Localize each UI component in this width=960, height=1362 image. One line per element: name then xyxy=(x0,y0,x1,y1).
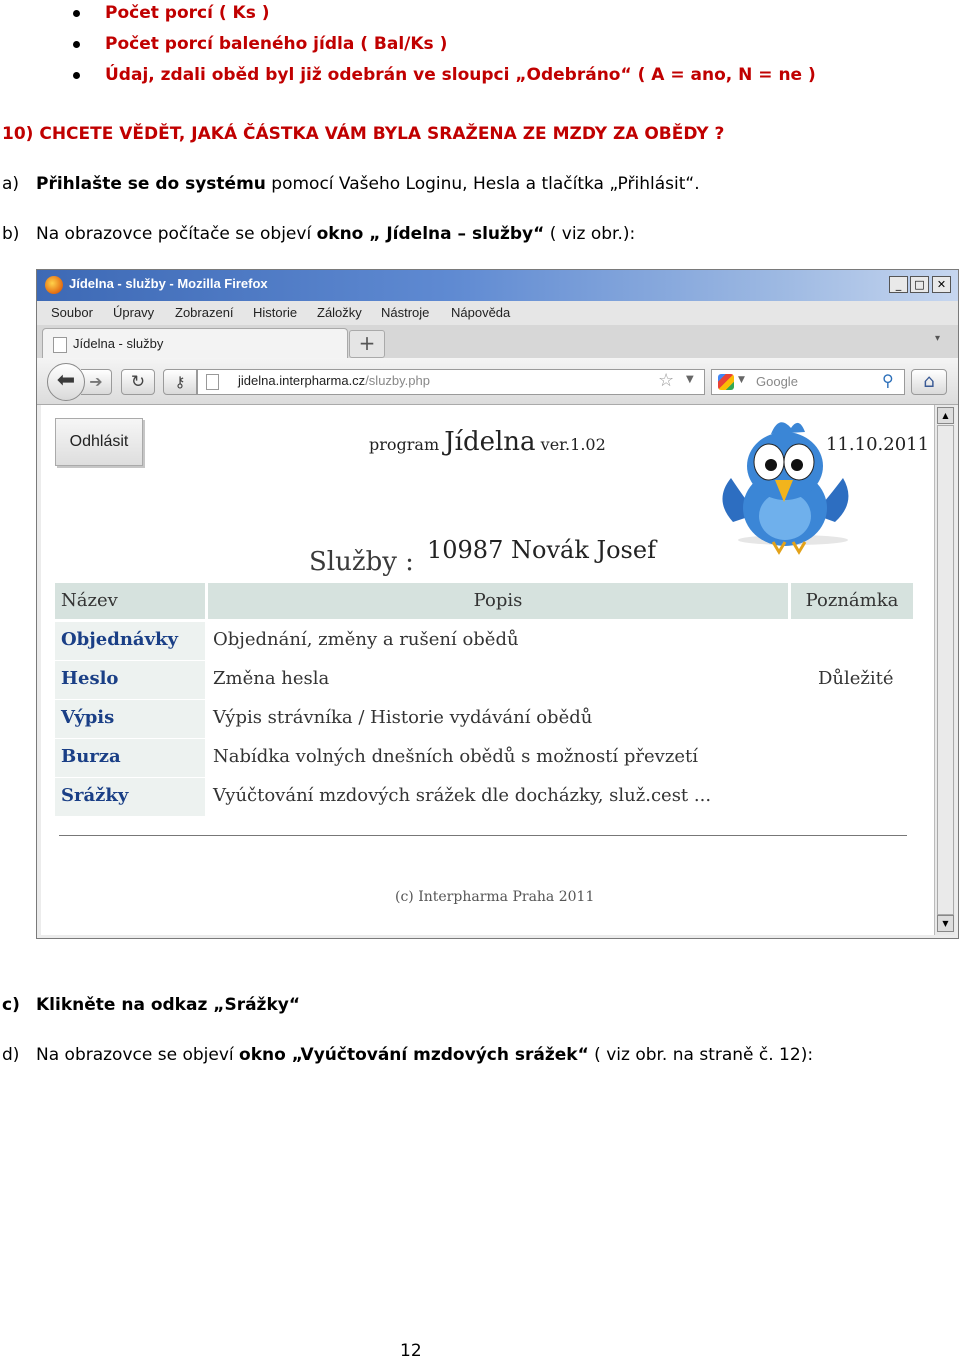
window-title: Jídelna - služby - Mozilla Firefox xyxy=(69,276,268,291)
google-icon[interactable] xyxy=(718,374,734,390)
paragraph-text: Na obrazovce se objeví xyxy=(36,1045,240,1065)
paragraph-label: a) xyxy=(2,174,20,194)
identity-key-icon[interactable]: ⚷ xyxy=(163,369,197,395)
paragraph-bold: Klikněte na odkaz „Srážky“ xyxy=(36,995,300,1015)
vertical-scrollbar[interactable]: ▲ ▼ xyxy=(934,405,955,935)
paragraph-d: d) Na obrazovce se objeví okno „Vyúčtován… xyxy=(2,1042,813,1068)
reload-button[interactable]: ↻ xyxy=(121,369,155,395)
paragraph-label: b) xyxy=(2,224,20,244)
link-vypis[interactable]: Výpis xyxy=(61,707,114,728)
bullet-dot xyxy=(73,10,80,17)
browser-window: Jídelna - služby - Mozilla Firefox _ □ ✕… xyxy=(36,269,959,939)
menu-soubor[interactable]: Soubor xyxy=(51,305,93,320)
table-row: Burza xyxy=(55,739,205,777)
program-title: program Jídelna ver.1.02 xyxy=(369,427,606,457)
paragraph-bold: Přihlašte se do systému xyxy=(36,174,266,194)
page-icon xyxy=(206,374,219,390)
row-note: Důležité xyxy=(818,668,894,689)
paragraph-bold: okno „Vyúčtování mzdových srážek“ xyxy=(239,1045,589,1065)
paragraph-a: a) Přihlašte se do systému pomocí Vašeho … xyxy=(2,171,700,197)
user-id: 10987 xyxy=(427,536,504,564)
paragraph-text: ( viz obr.): xyxy=(544,224,636,244)
services-label: Služby : xyxy=(309,547,414,577)
menu-nastroje[interactable]: Nástroje xyxy=(381,305,429,320)
scrollbar-thumb[interactable] xyxy=(937,425,954,915)
paragraph-text: ( viz obr. na straně č. 12): xyxy=(588,1045,814,1065)
link-heslo[interactable]: Heslo xyxy=(61,668,118,689)
tab-label: Jídelna - služby xyxy=(73,336,164,351)
divider xyxy=(59,835,907,836)
table-row: Heslo xyxy=(55,661,205,699)
search-placeholder: Google xyxy=(756,374,798,389)
menu-bar: Soubor Úpravy Zobrazení Historie Záložky… xyxy=(37,301,958,325)
row-description: Nabídka volných dnešních obědů s možnost… xyxy=(213,746,698,767)
table-row: Srážky xyxy=(55,778,205,816)
paragraph-text: pomocí Vašeho Loginu, Hesla a tlačítka „… xyxy=(265,174,700,194)
menu-zalozky[interactable]: Záložky xyxy=(317,305,362,320)
address-bar[interactable]: jidelna.interpharma.cz/sluzby.php ☆ ▼ xyxy=(197,369,705,395)
paragraph-bold: okno „ Jídelna – služby“ xyxy=(316,224,545,244)
program-name: Jídelna xyxy=(444,427,536,457)
bullet-text: Počet porcí baleného jídla ( Bal/Ks ) xyxy=(105,34,448,54)
column-header-name: Název xyxy=(55,583,205,619)
bullet-text: Počet porcí ( Ks ) xyxy=(105,3,270,23)
tab-jidelna[interactable]: Jídelna - služby xyxy=(42,328,348,359)
paragraph-label: d) xyxy=(2,1045,20,1065)
program-version: ver.1.02 xyxy=(540,435,606,454)
row-description: Objednání, změny a rušení obědů xyxy=(213,629,519,650)
paragraph-label: c) xyxy=(2,995,20,1015)
page-icon xyxy=(53,337,67,353)
back-button[interactable]: ⬅ xyxy=(47,363,85,401)
menu-historie[interactable]: Historie xyxy=(253,305,297,320)
link-objednavky[interactable]: Objednávky xyxy=(61,629,178,650)
chevron-down-icon[interactable]: ▼ xyxy=(738,375,745,385)
bookmark-star-icon[interactable]: ☆ xyxy=(658,370,674,391)
search-icon[interactable]: ⚲ xyxy=(882,371,894,390)
table-row: Výpis xyxy=(55,700,205,738)
menu-upravy[interactable]: Úpravy xyxy=(113,305,154,320)
scroll-up-arrow-icon[interactable]: ▲ xyxy=(937,407,954,424)
row-description: Výpis strávníka / Historie vydávání oběd… xyxy=(213,707,593,728)
firefox-logo-icon xyxy=(45,276,63,294)
menu-zobrazeni[interactable]: Zobrazení xyxy=(175,305,234,320)
paragraph-c: c) Klikněte na odkaz „Srážky“ xyxy=(2,992,300,1018)
home-button[interactable]: ⌂ xyxy=(911,369,947,395)
row-description: Změna hesla xyxy=(213,668,330,689)
close-button[interactable]: ✕ xyxy=(932,276,951,293)
minimize-button[interactable]: _ xyxy=(889,276,908,293)
forward-button[interactable]: ➔ xyxy=(81,369,112,395)
tab-bar: Jídelna - služby + ▾ xyxy=(37,325,958,359)
section-heading: 10) CHCETE VĚDĚT, JAKÁ ČÁSTKA VÁM BYLA S… xyxy=(2,124,725,144)
search-bar[interactable]: ▼ Google ⚲ xyxy=(711,369,905,395)
paragraph-text: Na obrazovce počítače se objeví xyxy=(36,224,317,244)
bullet-text: Údaj, zdali oběd byl již odebrán ve slou… xyxy=(105,65,816,85)
current-date: 11.10.2011 xyxy=(826,434,930,455)
url-text: jidelna.interpharma.cz/sluzby.php xyxy=(238,373,430,388)
user-name: Novák Josef xyxy=(511,536,656,564)
link-burza[interactable]: Burza xyxy=(61,746,121,767)
url-domain: jidelna.interpharma.cz xyxy=(238,373,366,388)
new-tab-button[interactable]: + xyxy=(349,330,385,358)
title-bar: Jídelna - služby - Mozilla Firefox _ □ ✕ xyxy=(37,270,958,301)
logout-button[interactable]: Odhlásit xyxy=(55,418,143,466)
paragraph-b: b) Na obrazovce počítače se objeví okno „… xyxy=(2,221,635,247)
scroll-down-arrow-icon[interactable]: ▼ xyxy=(937,915,954,932)
url-path: /sluzby.php xyxy=(365,373,430,388)
column-header-note: Poznámka xyxy=(791,583,913,619)
copyright-footer: (c) Interpharma Praha 2011 xyxy=(395,889,595,905)
column-header-description: Popis xyxy=(208,583,788,619)
navigation-bar: ➔ ⬅ ↻ ⚷ jidelna.interpharma.cz/sluzby.ph… xyxy=(37,358,958,405)
program-prefix: program xyxy=(369,435,440,454)
tab-list-icon[interactable]: ▾ xyxy=(935,333,940,344)
page-content: Odhlásit program Jídelna ver.1.02 11.10.… xyxy=(41,405,934,935)
row-description: Vyúčtování mzdových srážek dle docházky,… xyxy=(213,785,712,806)
table-row: Objednávky xyxy=(55,622,205,660)
bullet-dot xyxy=(73,41,80,48)
bullet-dot xyxy=(73,72,80,79)
maximize-button[interactable]: □ xyxy=(910,276,929,293)
menu-napoveda[interactable]: Nápověda xyxy=(451,305,510,320)
history-dropdown-icon[interactable]: ▼ xyxy=(686,374,694,385)
link-srazky[interactable]: Srážky xyxy=(61,785,128,806)
